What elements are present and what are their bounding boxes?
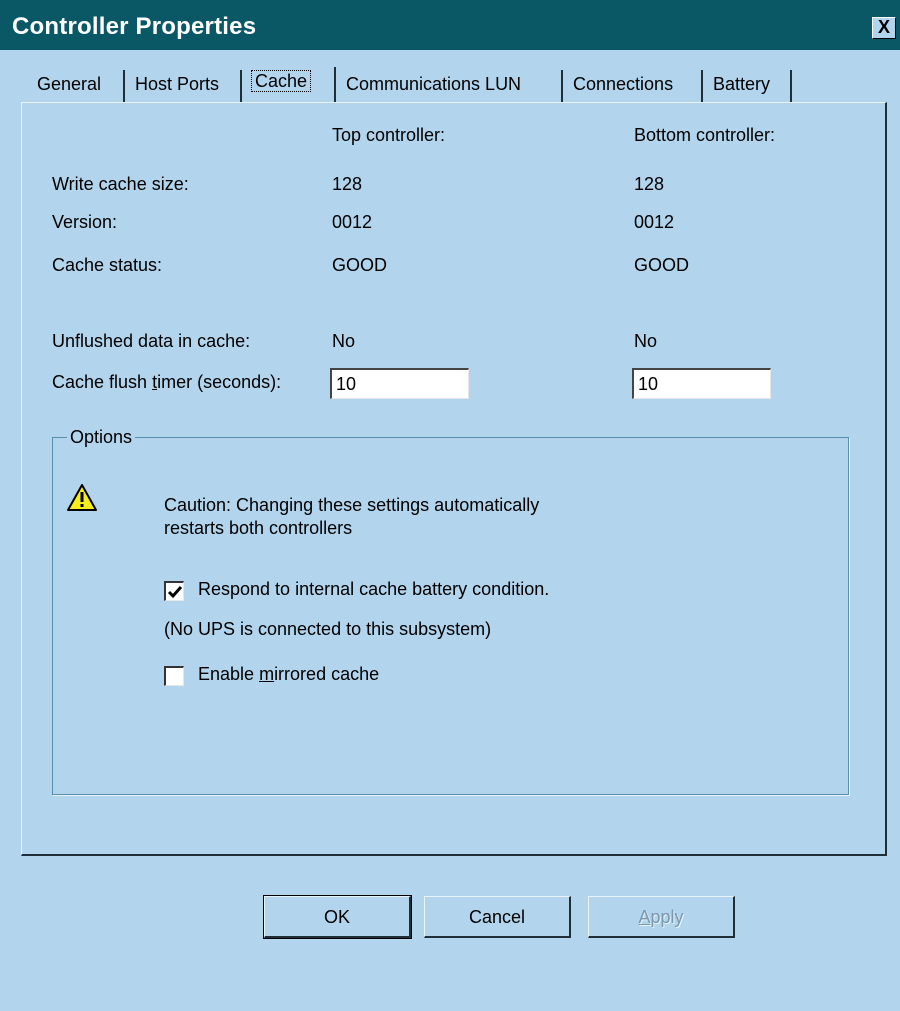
bottom-flush-timer-input[interactable]: 10 <box>632 368 771 399</box>
window-title: Controller Properties <box>12 13 257 40</box>
close-button[interactable]: X <box>872 17 896 39</box>
tab-communications-lun[interactable]: Communications LUN <box>339 70 563 103</box>
tab-general[interactable]: General <box>30 70 125 103</box>
tab-host-ports[interactable]: Host Ports <box>128 70 242 103</box>
close-icon: X <box>877 17 890 37</box>
apply-button[interactable]: Apply <box>588 896 735 938</box>
ok-button-label: OK <box>323 907 350 927</box>
ups-note-text: (No UPS is connected to this subsystem) <box>164 619 492 639</box>
enable-mirrored-cache-label[interactable]: Enable mirrored cache <box>198 664 379 685</box>
tab-label: Connections <box>573 74 674 94</box>
respond-battery-checkbox[interactable] <box>164 581 184 601</box>
write-cache-size-label: Write cache size: <box>52 174 189 194</box>
cache-flush-timer-label: Cache flush timer (seconds): <box>52 372 282 392</box>
title-bar[interactable]: Controller Properties X <box>0 0 900 50</box>
unflushed-data-label: Unflushed data in cache: <box>52 331 251 351</box>
cache-status-label: Cache status: <box>52 255 163 275</box>
caution-text-line2: restarts both controllers <box>164 518 353 538</box>
write-cache-size-top: 128 <box>332 174 363 194</box>
tab-cache[interactable]: Cache <box>244 67 336 103</box>
options-groupbox <box>52 437 849 795</box>
version-bottom: 0012 <box>634 212 675 232</box>
cancel-button[interactable]: Cancel <box>424 896 571 938</box>
bottom-controller-header: Bottom controller: <box>634 125 776 145</box>
tab-battery[interactable]: Battery <box>706 70 792 103</box>
tab-label: Battery <box>713 74 771 94</box>
ok-button[interactable]: OK <box>263 895 412 939</box>
options-group-label: Options <box>67 427 136 448</box>
cache-status-top: GOOD <box>332 255 388 275</box>
tab-label: Cache <box>251 70 312 92</box>
tab-label: Host Ports <box>135 74 220 94</box>
tab-label: General <box>37 74 102 94</box>
tab-connections[interactable]: Connections <box>566 70 703 103</box>
unflushed-data-top: No <box>332 331 356 351</box>
cache-status-bottom: GOOD <box>634 255 690 275</box>
version-label: Version: <box>52 212 118 232</box>
unflushed-data-bottom: No <box>634 331 658 351</box>
apply-button-label: Apply <box>638 907 684 927</box>
caution-text-line1: Caution: Changing these settings automat… <box>164 495 540 515</box>
write-cache-size-bottom: 128 <box>634 174 665 194</box>
top-flush-timer-input[interactable]: 10 <box>330 368 469 399</box>
cancel-button-label: Cancel <box>468 907 526 927</box>
warning-triangle-icon <box>67 484 97 511</box>
top-controller-header: Top controller: <box>332 125 446 145</box>
enable-mirrored-cache-checkbox[interactable] <box>164 666 184 686</box>
controller-properties-dialog: Controller Properties X General Host Por… <box>0 0 900 1011</box>
check-icon <box>167 586 183 599</box>
tab-label: Communications LUN <box>346 74 522 94</box>
version-top: 0012 <box>332 212 373 232</box>
respond-battery-label[interactable]: Respond to internal cache battery condit… <box>198 579 549 600</box>
